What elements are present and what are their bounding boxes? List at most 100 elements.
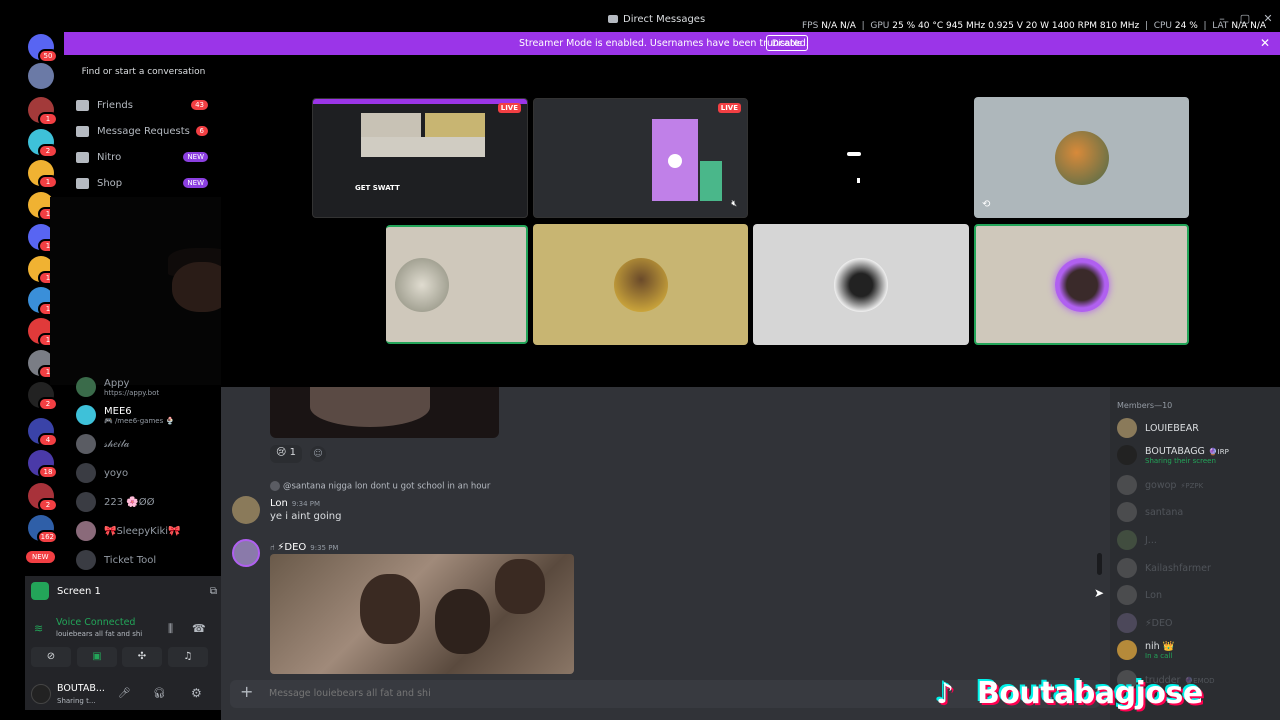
sidebar-item-friends[interactable]: Friends 43 <box>76 95 208 115</box>
member-name: santana <box>1145 506 1184 518</box>
avatar <box>1117 530 1137 550</box>
message-header: ⑁ ⚡DEO 9:35 PM <box>270 542 339 553</box>
find-conversation-button[interactable]: Find or start a conversation <box>72 62 215 82</box>
avatar <box>76 434 96 454</box>
new-badge: NEW <box>26 551 55 563</box>
camera-off-button[interactable]: ⊘ <box>31 647 71 667</box>
dm-item[interactable]: yoyo <box>76 462 216 484</box>
avatar[interactable] <box>31 684 51 704</box>
participant-tile[interactable] <box>753 224 969 345</box>
member-name: ⚡DEO <box>1145 617 1173 629</box>
add-reaction-icon[interactable]: ☺ <box>310 446 326 462</box>
unread-badge: 2 <box>38 144 58 158</box>
server-icon[interactable]: 2 <box>28 129 58 158</box>
scrollbar[interactable] <box>1097 553 1102 575</box>
server-icon[interactable]: 1 <box>28 97 58 126</box>
disconnect-icon[interactable]: ☎ <box>192 622 206 635</box>
crying-emoji-icon: 😢 <box>276 447 287 458</box>
image-attachment[interactable] <box>270 554 574 674</box>
avatar <box>76 521 96 541</box>
message-input[interactable] <box>269 688 869 699</box>
avatar <box>1117 502 1137 522</box>
unread-badge: 18 <box>38 465 58 479</box>
avatar <box>76 463 96 483</box>
dm-item[interactable]: 🎀SleepyKiki🎀 <box>76 520 216 542</box>
window-title: Direct Messages <box>608 14 705 25</box>
dm-item[interactable]: 𝓈𝒽𝑒𝒾𝓁𝒶 <box>76 433 216 455</box>
stream-tile[interactable]: LIVE 🔇︎ <box>533 98 748 218</box>
maximize-icon[interactable]: ▢ <box>1239 13 1251 25</box>
participant-tile[interactable] <box>533 224 748 345</box>
member-item[interactable]: nih 👑 In a call <box>1117 640 1277 660</box>
popout-icon[interactable]: ⧉ <box>210 586 217 597</box>
server-icon[interactable]: 50 <box>28 34 58 63</box>
server-icon[interactable]: 4 <box>28 418 58 447</box>
stream-tile[interactable] <box>753 98 969 218</box>
attach-plus-icon[interactable]: + <box>240 684 256 700</box>
requests-count-badge: 6 <box>195 126 208 136</box>
stream-icon: ⟲ <box>982 199 991 210</box>
stream-caption: GET SWATT <box>355 184 400 192</box>
server-icon[interactable] <box>28 63 54 89</box>
dm-item[interactable]: Ticket Tool <box>76 549 216 571</box>
activities-button[interactable]: ✣ <box>122 647 162 667</box>
message-text: ye i aint going <box>270 511 342 522</box>
live-badge: LIVE <box>717 103 741 113</box>
sidebar-item-message-requests[interactable]: Message Requests 6 <box>76 121 208 141</box>
dm-icon <box>608 15 618 23</box>
server-icon[interactable]: 2 <box>28 483 58 512</box>
shop-new-badge: NEW <box>183 178 208 188</box>
screen-share-preview[interactable]: Screen 1 ⧉ <box>31 581 217 601</box>
friends-icon <box>76 99 89 111</box>
dm-item[interactable]: MEE6 🎮 /mee6-games 🍨 <box>76 404 216 426</box>
avatar <box>1117 613 1137 633</box>
avatar <box>834 257 888 312</box>
server-icon[interactable]: 1 <box>28 160 58 189</box>
member-item[interactable]: Kailashfarmer <box>1117 558 1277 578</box>
close-window-icon[interactable]: ✕ <box>1262 13 1274 25</box>
dm-item[interactable]: 223 🌸ØØ <box>76 491 216 513</box>
sidebar-item-nitro[interactable]: Nitro NEW <box>76 147 208 167</box>
sidebar-item-shop[interactable]: Shop NEW <box>76 173 208 193</box>
avatar <box>395 257 449 312</box>
participant-tile[interactable] <box>974 224 1189 345</box>
headphones-icon[interactable]: 🎧︎ <box>153 688 166 699</box>
message-header: Lon 9:34 PM <box>270 498 321 509</box>
reply-reference[interactable]: @santana nigga lon dont u got school in … <box>270 481 490 492</box>
mute-icon[interactable]: 🔇︎ <box>731 199 737 209</box>
reaction-pill[interactable]: 😢 1 <box>270 445 302 463</box>
server-icon[interactable]: 2 <box>28 382 58 411</box>
avatar <box>76 492 96 512</box>
noise-suppression-icon[interactable]: ⫼ <box>168 622 173 636</box>
microphone-icon[interactable]: 🎤︎ <box>118 688 131 699</box>
member-item[interactable]: BOUTABAGG 🔮IRP Sharing their screen <box>1117 445 1277 465</box>
share-screen-button[interactable]: ▣ <box>77 647 117 667</box>
member-item[interactable]: LOUIEBEAR <box>1117 418 1277 438</box>
voice-channel-name: louiebears all fat and shi <box>56 630 143 638</box>
dm-item[interactable]: Appy https://appy.bot <box>76 376 216 398</box>
gear-icon[interactable]: ⚙ <box>191 686 202 700</box>
member-item[interactable]: gowop ⚡PZPK <box>1117 475 1277 495</box>
avatar <box>1054 130 1109 185</box>
disable-streamer-mode-button[interactable]: Disable <box>766 35 809 51</box>
close-icon[interactable]: ✕ <box>1260 36 1270 50</box>
server-icon[interactable]: 18 <box>28 450 58 479</box>
stream-tile[interactable]: GET SWATT LIVE <box>312 98 528 218</box>
server-icon[interactable]: 162 <box>28 515 58 544</box>
avatar[interactable] <box>232 496 260 524</box>
member-item[interactable]: ⚡DEO <box>1117 613 1277 633</box>
avatar[interactable] <box>232 539 260 567</box>
member-name: Kailashfarmer <box>1145 562 1211 574</box>
image-attachment[interactable] <box>270 387 499 438</box>
member-item[interactable]: Lon <box>1117 585 1277 605</box>
member-item[interactable]: santana <box>1117 502 1277 522</box>
minimize-icon[interactable]: – <box>1216 13 1228 25</box>
avatar <box>1117 418 1137 438</box>
voice-status[interactable]: Voice Connected <box>56 617 135 628</box>
members-header: Members—10 <box>1117 401 1173 410</box>
participant-tile[interactable]: ⟲ <box>974 97 1189 218</box>
unread-badge: 1 <box>38 175 58 189</box>
member-item[interactable]: J... <box>1117 530 1277 550</box>
participant-tile[interactable] <box>386 225 528 344</box>
soundboard-button[interactable]: ♫ <box>168 647 208 667</box>
